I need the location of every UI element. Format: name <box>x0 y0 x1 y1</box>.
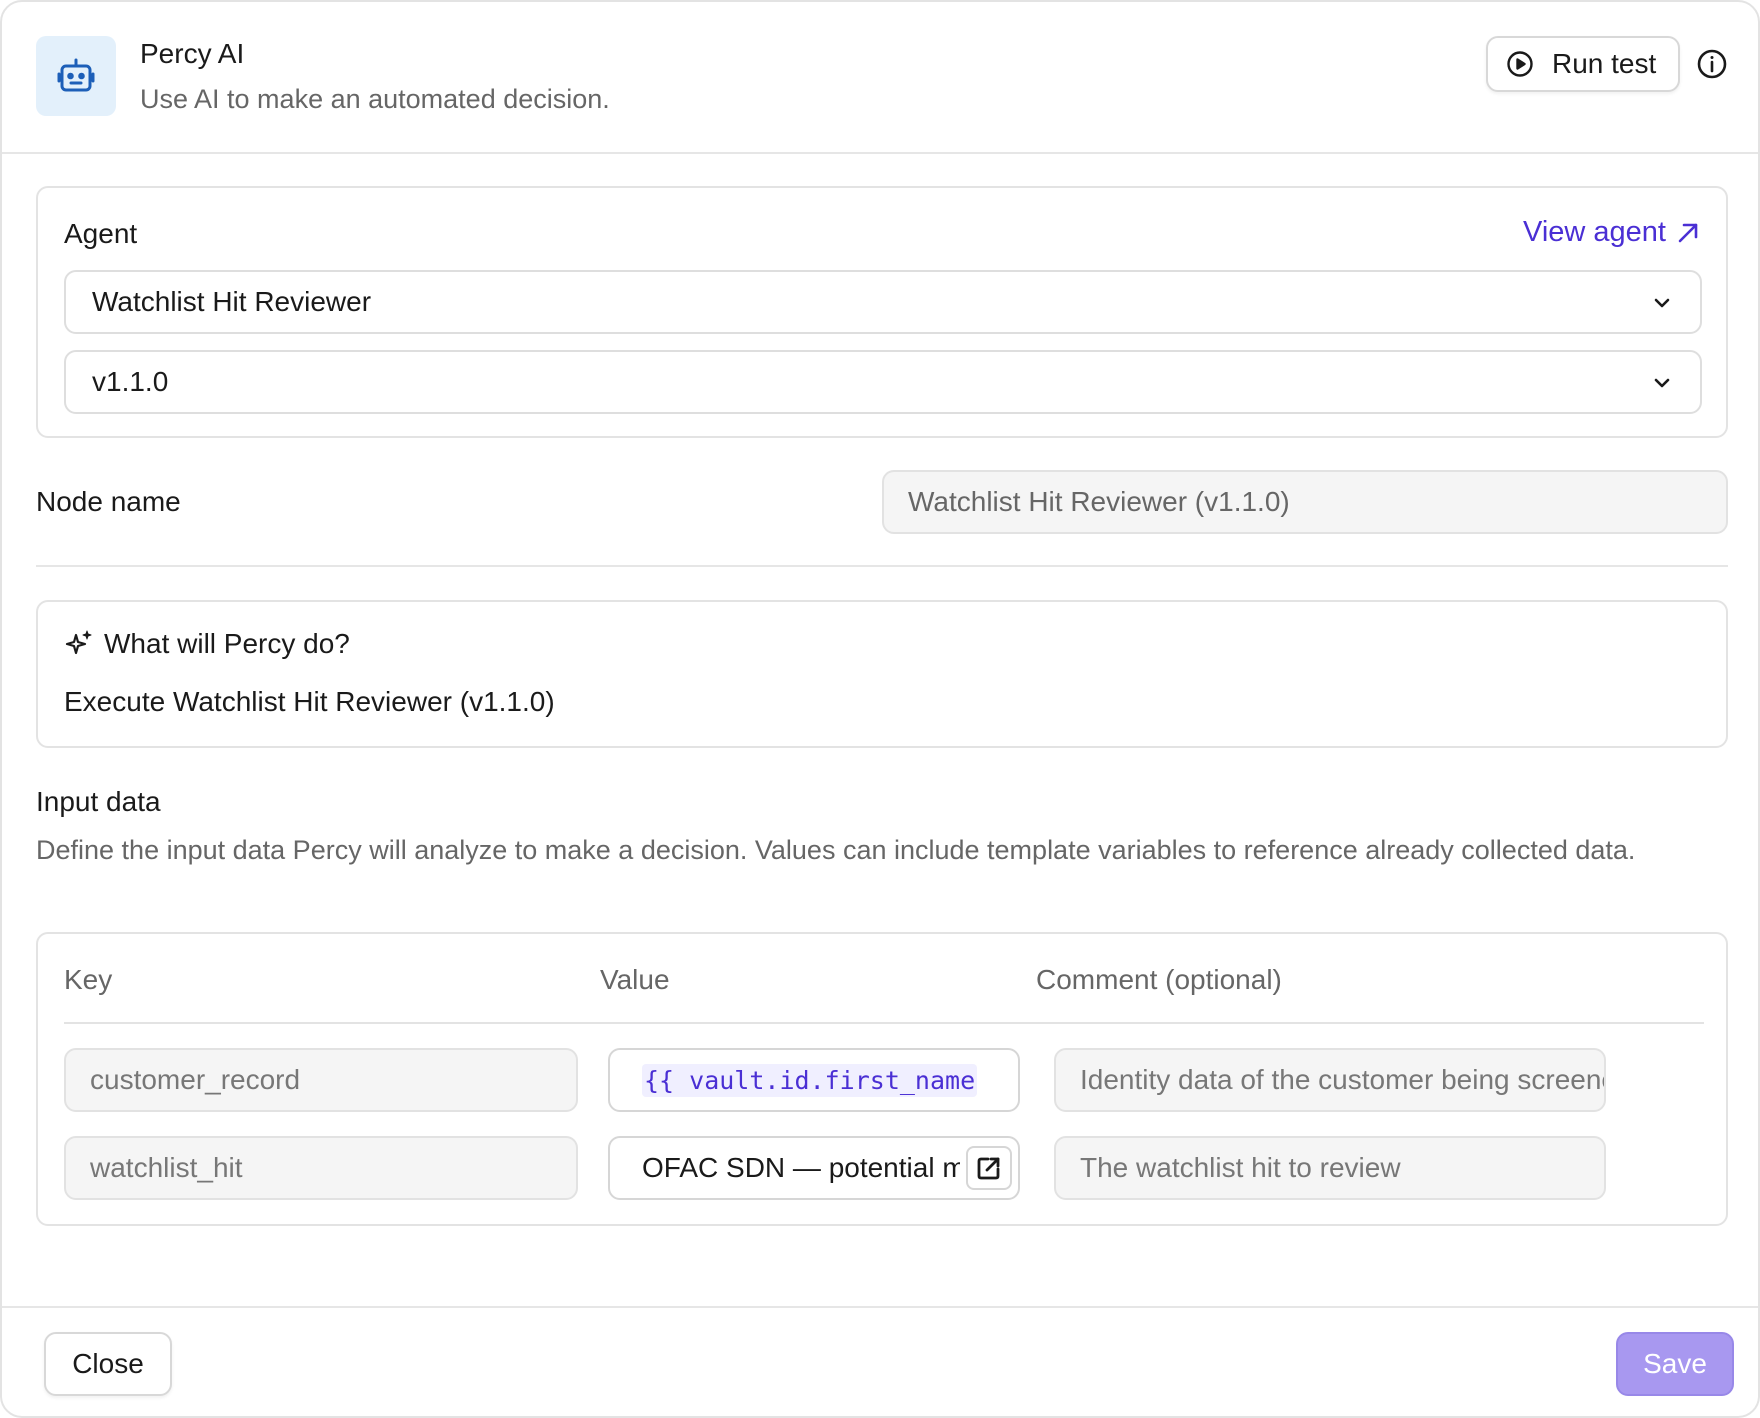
view-agent-link[interactable]: View agent <box>1523 216 1700 249</box>
robot-icon <box>36 36 116 116</box>
column-header-key: Key <box>64 964 113 995</box>
node-name-label: Node name <box>36 486 181 517</box>
version-select[interactable]: v1.1.0 <box>64 350 1702 414</box>
column-header-comment: Comment (optional) <box>1036 964 1282 995</box>
input-data-title: Input data <box>36 786 161 817</box>
agent-select-value: Watchlist Hit Reviewer <box>92 286 372 317</box>
chevron-down-icon <box>1650 290 1674 322</box>
row-comment-input[interactable]: Identity data of the customer being scre… <box>1054 1048 1606 1112</box>
node-name-input[interactable]: Watchlist Hit Reviewer (v1.1.0) <box>882 470 1728 534</box>
agent-card: Agent View agent Watchlist Hit Reviewer … <box>36 186 1728 438</box>
play-circle-icon <box>1506 50 1534 78</box>
row-value-input[interactable]: {{ vault.id.first_name <box>608 1048 1020 1112</box>
save-button[interactable]: Save <box>1616 1332 1734 1396</box>
info-icon[interactable] <box>1696 48 1728 80</box>
external-link-icon <box>975 1154 1003 1182</box>
panel-footer: Close Save <box>2 1306 1758 1416</box>
input-data-table: Key Value Comment (optional) customer_re… <box>36 932 1728 1226</box>
sparkle-icon <box>64 629 94 659</box>
row-key-text: customer_record <box>90 1064 301 1095</box>
column-header-value: Value <box>600 964 670 995</box>
run-test-label: Run test <box>1552 48 1657 79</box>
row-key-input[interactable]: watchlist_hit <box>64 1136 578 1200</box>
row-value-text: OFAC SDN — potential match <box>642 1152 960 1183</box>
node-name-placeholder: Watchlist Hit Reviewer (v1.1.0) <box>908 486 1290 517</box>
row-comment-input[interactable]: The watchlist hit to review <box>1054 1136 1606 1200</box>
open-editor-button[interactable] <box>966 1146 1012 1190</box>
close-button[interactable]: Close <box>44 1332 172 1396</box>
percy-summary-card: What will Percy do? Execute Watchlist Hi… <box>36 600 1728 748</box>
row-value-input[interactable]: OFAC SDN — potential match <box>608 1136 1020 1200</box>
agent-select[interactable]: Watchlist Hit Reviewer <box>64 270 1702 334</box>
view-agent-label: View agent <box>1523 216 1666 248</box>
section-divider <box>36 565 1728 567</box>
input-data-description: Define the input data Percy will analyze… <box>36 835 1636 865</box>
row-key-text: watchlist_hit <box>90 1152 243 1183</box>
row-comment-text: The watchlist hit to review <box>1080 1152 1401 1183</box>
page-subtitle: Use AI to make an automated decision. <box>140 84 610 114</box>
percy-ai-node-panel: Percy AI Use AI to make an automated dec… <box>0 0 1760 1418</box>
percy-summary-heading: What will Percy do? <box>104 628 350 659</box>
percy-summary-text: Execute Watchlist Hit Reviewer (v1.1.0) <box>64 686 555 717</box>
agent-label: Agent <box>64 218 138 249</box>
arrow-up-right-icon <box>1676 221 1700 245</box>
panel-header: Percy AI Use AI to make an automated dec… <box>2 2 1758 154</box>
page-title: Percy AI <box>140 38 245 69</box>
row-comment-text: Identity data of the customer being scre… <box>1080 1064 1606 1095</box>
table-header-divider <box>64 1022 1704 1024</box>
row-key-input[interactable]: customer_record <box>64 1048 578 1112</box>
version-select-value: v1.1.0 <box>92 366 169 397</box>
chevron-down-icon <box>1650 370 1674 402</box>
run-test-button[interactable]: Run test <box>1486 36 1680 92</box>
template-variable: {{ vault.id.first_name <box>642 1063 978 1097</box>
